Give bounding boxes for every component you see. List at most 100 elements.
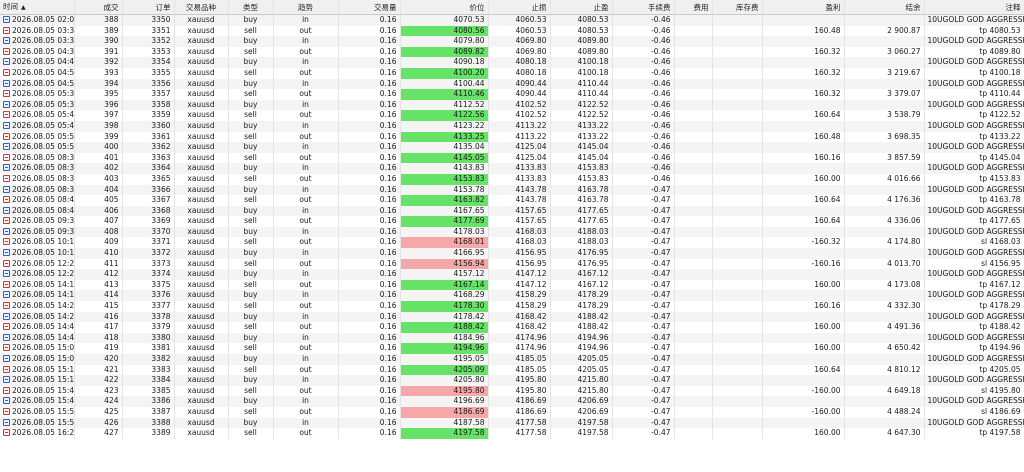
- table-row[interactable]: 2026.08.05 04:57:383933355xauusdsellout0…: [0, 67, 1024, 79]
- cell-sl: 4133.83: [488, 173, 551, 185]
- table-row[interactable]: 2026.08.05 14:11:004143376xauusdbuyin0.1…: [0, 290, 1024, 302]
- col-header-price[interactable]: 价位: [400, 0, 489, 15]
- table-row[interactable]: 2026.08.05 04:40:003923354xauusdbuyin0.1…: [0, 57, 1024, 68]
- cell-fee: [674, 290, 713, 302]
- cell-profit: 160.00: [762, 428, 845, 439]
- col-header-order[interactable]: 订单: [122, 0, 175, 15]
- sort-ascending-icon: ▲: [21, 4, 26, 11]
- table-row[interactable]: 2026.08.05 03:32:003903352xauusdbuyin0.1…: [0, 36, 1024, 47]
- cell-fee: [674, 406, 713, 418]
- cell-comm: -0.46: [612, 14, 675, 26]
- cell-deal: 404: [74, 184, 123, 196]
- cell-profit: [762, 163, 845, 174]
- table-row[interactable]: 2026.08.05 03:31:393893351xauusdsellout0…: [0, 25, 1024, 37]
- table-row[interactable]: 2026.08.05 05:35:303953357xauusdsellout0…: [0, 89, 1024, 100]
- table-row[interactable]: 2026.08.05 04:58:003943356xauusdbuyin0.1…: [0, 78, 1024, 90]
- col-header-profit[interactable]: 盈利: [762, 0, 845, 15]
- cell-swap: [712, 343, 763, 354]
- table-row[interactable]: 2026.08.05 15:05:004203382xauusdbuyin0.1…: [0, 354, 1024, 365]
- table-row[interactable]: 2026.08.05 10:14:004103372xauusdbuyin0.1…: [0, 248, 1024, 259]
- col-header-volume[interactable]: 交易量: [338, 0, 401, 15]
- table-row[interactable]: 2026.08.05 15:54:404253387xauusdsellout0…: [0, 406, 1024, 418]
- table-row[interactable]: 2026.08.05 05:40:313973359xauusdsellout0…: [0, 110, 1024, 121]
- table-row[interactable]: 2026.08.05 14:45:004183380xauusdbuyin0.1…: [0, 332, 1024, 344]
- table-row[interactable]: 2026.08.05 14:10:264133375xauusdsellout0…: [0, 279, 1024, 291]
- table-row[interactable]: 2026.08.05 16:29:394273389xauusdsellout0…: [0, 428, 1024, 439]
- col-header-swap[interactable]: 库存费: [712, 0, 763, 15]
- table-row[interactable]: 2026.08.05 09:37:004083370xauusdbuyin0.1…: [0, 226, 1024, 238]
- table-row[interactable]: 2026.08.05 08:35:004023364xauusdbuyin0.1…: [0, 163, 1024, 174]
- cell-vol: 0.16: [338, 311, 401, 323]
- deal-time: 2026.08.05 14:10:26: [12, 279, 74, 289]
- cell-time: 2026.08.05 12:22:00: [0, 269, 75, 280]
- table-row[interactable]: 2026.08.05 08:39:004043366xauusdbuyin0.1…: [0, 184, 1024, 196]
- table-row[interactable]: 2026.08.05 15:41:404233385xauusdsellout0…: [0, 385, 1024, 397]
- cell-vol: 0.16: [338, 417, 401, 429]
- cell-profit: [762, 311, 845, 323]
- col-header-time[interactable]: 时间 ▲: [0, 0, 75, 15]
- cell-swap: [712, 301, 763, 312]
- cell-tp: 4176.95: [550, 248, 613, 259]
- cell-profit: 160.64: [762, 195, 845, 206]
- deal-time: 2026.08.05 05:56:00: [12, 142, 74, 152]
- cell-swap: [712, 184, 763, 196]
- cell-deal: 403: [74, 173, 123, 185]
- cell-sl: 4185.05: [488, 364, 551, 376]
- cell-type: buy: [228, 375, 274, 386]
- col-header-direction[interactable]: 趋势: [273, 0, 339, 15]
- cell-deal: 390: [74, 36, 123, 47]
- col-header-symbol[interactable]: 交易品种: [174, 0, 229, 15]
- deal-in-icon: [3, 270, 10, 278]
- table-row[interactable]: 2026.08.05 09:36:394073369xauusdsellout0…: [0, 216, 1024, 227]
- table-row[interactable]: 2026.08.05 14:29:004163378xauusdbuyin0.1…: [0, 311, 1024, 323]
- cell-comment: sl 4186.69: [924, 406, 1024, 418]
- table-row[interactable]: 2026.08.05 15:04:414193381xauusdsellout0…: [0, 343, 1024, 354]
- col-header-balance[interactable]: 结余: [844, 0, 925, 15]
- table-row[interactable]: 2026.08.05 10:13:194093371xauusdsellout0…: [0, 237, 1024, 249]
- cell-swap: [712, 311, 763, 323]
- cell-symbol: xauusd: [174, 354, 229, 365]
- cell-symbol: xauusd: [174, 131, 229, 143]
- cell-fee: [674, 322, 713, 333]
- cell-profit: 160.32: [762, 67, 845, 79]
- table-row[interactable]: 2026.08.05 15:17:284213383xauusdsellout0…: [0, 364, 1024, 376]
- table-row[interactable]: 2026.08.05 05:55:313993361xauusdsellout0…: [0, 131, 1024, 143]
- cell-sl: 4157.65: [488, 205, 551, 217]
- table-row[interactable]: 2026.08.05 04:39:403913353xauusdsellout0…: [0, 46, 1024, 58]
- cell-deal: 416: [74, 311, 123, 323]
- cell-type: sell: [228, 279, 274, 291]
- cell-price: 4122.56: [400, 110, 489, 121]
- col-header-tp[interactable]: 止盈: [550, 0, 613, 15]
- table-row[interactable]: 2026.08.05 05:56:004003362xauusdbuyin0.1…: [0, 142, 1024, 153]
- col-header-type[interactable]: 类型: [228, 0, 274, 15]
- col-header-fee[interactable]: 费用: [674, 0, 713, 15]
- table-row[interactable]: 2026.08.05 05:41:003983360xauusdbuyin0.1…: [0, 120, 1024, 132]
- cell-balance: 3 538.79: [844, 110, 925, 121]
- cell-comm: -0.47: [612, 279, 675, 291]
- col-header-commission[interactable]: 手续费: [612, 0, 675, 15]
- table-row[interactable]: 2026.08.05 15:55:004263388xauusdbuyin0.1…: [0, 417, 1024, 429]
- table-row[interactable]: 2026.08.05 08:46:304053367xauusdsellout0…: [0, 195, 1024, 206]
- table-row[interactable]: 2026.08.05 15:18:004223384xauusdbuyin0.1…: [0, 375, 1024, 386]
- col-header-sl[interactable]: 止损: [488, 0, 551, 15]
- cell-type: sell: [228, 343, 274, 354]
- cell-comm: -0.47: [612, 216, 675, 227]
- table-row[interactable]: 2026.08.05 02:04:003883350xauusdbuyin0.1…: [0, 14, 1024, 26]
- col-header-comment[interactable]: 注释: [924, 0, 1024, 15]
- table-row[interactable]: 2026.08.05 14:28:284153377xauusdsellout0…: [0, 301, 1024, 312]
- table-row[interactable]: 2026.08.05 08:38:424033365xauusdsellout0…: [0, 173, 1024, 185]
- cell-sl: 4195.80: [488, 375, 551, 386]
- table-row[interactable]: 2026.08.05 12:21:394113373xauusdsellout0…: [0, 258, 1024, 270]
- col-header-deal[interactable]: 成交: [74, 0, 123, 15]
- cell-deal: 408: [74, 226, 123, 238]
- cell-time: 2026.08.05 15:54:40: [0, 406, 75, 418]
- table-row[interactable]: 2026.08.05 05:36:003963358xauusdbuyin0.1…: [0, 99, 1024, 111]
- table-row[interactable]: 2026.08.05 12:22:004123374xauusdbuyin0.1…: [0, 269, 1024, 280]
- cell-comment: 10UGOLD GOD AGGRESSIVE: [924, 184, 1024, 196]
- table-row[interactable]: 2026.08.05 08:34:274013363xauusdsellout0…: [0, 152, 1024, 164]
- cell-comment: tp 4153.83: [924, 173, 1024, 185]
- table-row[interactable]: 2026.08.05 15:42:004243386xauusdbuyin0.1…: [0, 396, 1024, 407]
- cell-swap: [712, 322, 763, 333]
- table-row[interactable]: 2026.08.05 08:47:004063368xauusdbuyin0.1…: [0, 205, 1024, 217]
- table-row[interactable]: 2026.08.05 14:44:154173379xauusdsellout0…: [0, 322, 1024, 333]
